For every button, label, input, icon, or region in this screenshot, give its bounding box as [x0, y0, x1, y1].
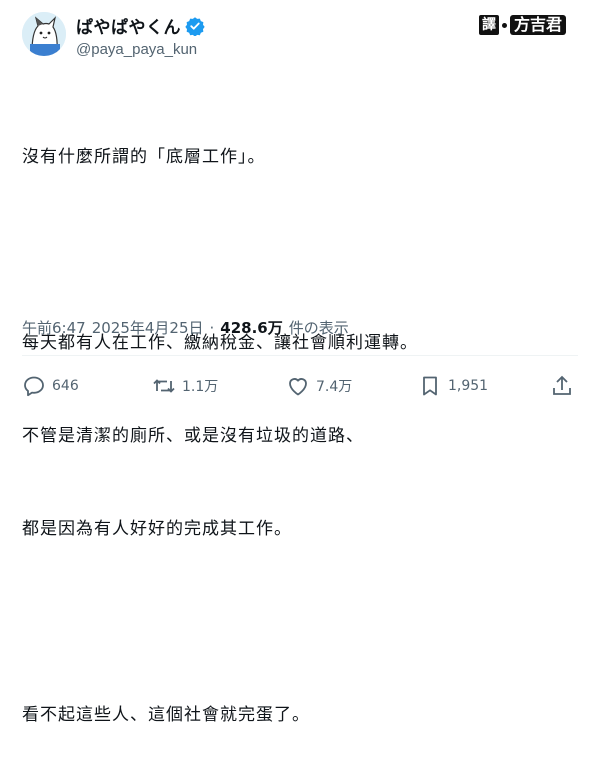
like-button[interactable]: 7.4万: [286, 374, 352, 398]
reply-button[interactable]: 646: [22, 374, 79, 398]
meta-separator: ·: [209, 319, 215, 337]
share-icon: [553, 375, 571, 395]
bookmark-button[interactable]: 1,951: [418, 374, 488, 398]
tweet-text: 沒有什麼所謂的「底層工作」。 每天都有人在工作、繳納稅金、讓社會順利運轉。 不管…: [22, 80, 578, 762]
tweet-line: 看不起這些人、這個社會就完蛋了。: [22, 705, 310, 725]
view-count: 428.6万: [220, 319, 283, 337]
cat-avatar-icon: [22, 12, 66, 56]
tweet-meta: 午前6:47 2025年4月25日 · 428.6万 件の表示: [22, 317, 349, 338]
view-label: 件の表示: [288, 319, 349, 337]
handle[interactable]: @paya_paya_kun: [76, 41, 205, 58]
tweet-date[interactable]: 2025年4月25日: [92, 317, 204, 338]
verified-badge-icon: [185, 16, 205, 36]
retweet-button[interactable]: 1.1万: [152, 374, 218, 398]
reply-count: 646: [52, 378, 79, 394]
tweet-line: [22, 235, 578, 266]
tweet-line: 不管是清潔的廁所、或是沒有垃圾的道路、: [22, 426, 364, 446]
reply-icon: [24, 376, 44, 397]
bookmark-icon: [423, 376, 437, 396]
credit-label: 譯: [478, 15, 499, 35]
tweet-line: 沒有什麼所謂的「底層工作」。: [22, 147, 266, 167]
tweet-time[interactable]: 午前6:47: [22, 317, 86, 338]
divider: [22, 355, 578, 356]
translator-credit: 譯 方吉君: [478, 15, 566, 35]
bookmark-count: 1,951: [448, 378, 489, 394]
like-count: 7.4万: [316, 379, 353, 395]
retweet-count: 1.1万: [182, 379, 219, 395]
tweet-line: [22, 607, 578, 638]
avatar[interactable]: [22, 12, 66, 56]
heart-icon: [289, 378, 307, 396]
credit-name: 方吉君: [509, 15, 566, 35]
display-name[interactable]: ぱやぱやくん: [76, 13, 181, 38]
tweet-header: ぱやぱやくん @paya_paya_kun 譯 方吉君: [22, 12, 582, 62]
tweet-line: 都是因為有人好好的完成其工作。: [22, 519, 292, 539]
credit-dot: [501, 22, 507, 28]
action-bar: 646 1.1万 7.4万 1,951: [22, 374, 578, 404]
share-button[interactable]: [550, 374, 574, 398]
retweet-icon: [153, 379, 175, 393]
